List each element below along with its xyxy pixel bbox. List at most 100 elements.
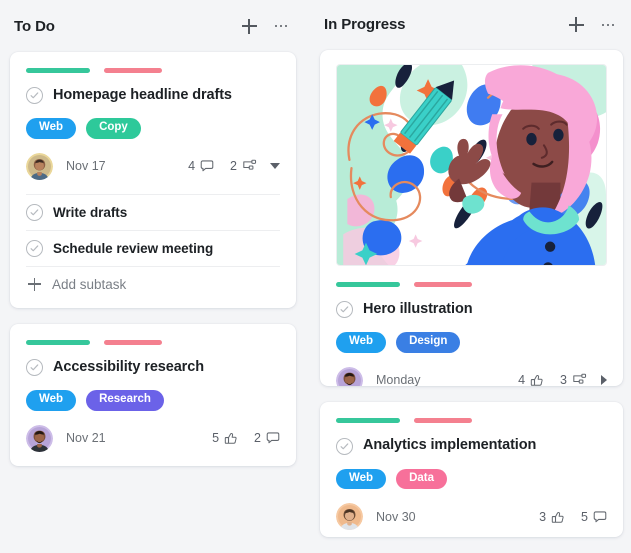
card-title-row: Analytics implementation [336,437,607,455]
ellipsis-icon [274,24,288,28]
column-to-do: To Do Homepage headline drafts Web Copy … [0,0,310,553]
card-title-row: Homepage headline drafts [26,87,280,105]
card-date: Nov 21 [66,431,106,446]
plus-icon [241,18,257,34]
subtask-icon[interactable] [242,159,257,173]
kanban-board: To Do Homepage headline drafts Web Copy … [0,0,631,553]
card-subtasks: Write drafts Schedule review meeting Add… [26,193,280,294]
column-menu-button-in-progress[interactable] [599,16,617,34]
tag-research[interactable]: Research [86,390,164,411]
card-meta-row: Nov 17 4 2 [26,152,280,180]
card-tags: Web Copy [26,118,280,139]
column-title-to-do: To Do [14,17,55,35]
card-meta-row: Nov 30 3 5 [336,503,607,531]
card-tags: Web Data [336,468,607,490]
column-actions-to-do [240,17,290,35]
card-progress-bars [26,339,280,345]
progress-bar-pink [414,281,472,287]
card-date: Nov 17 [66,159,106,174]
card-accessibility-research[interactable]: Accessibility research Web Research Nov … [10,323,296,466]
progress-bar-pink [104,339,162,345]
tag-data[interactable]: Data [396,468,448,490]
comment-icon[interactable] [593,510,607,524]
card-title-row: Accessibility research [26,358,280,377]
add-card-button-in-progress[interactable] [567,16,585,34]
like-count: 5 [212,431,220,446]
like-count: 3 [539,509,547,524]
progress-bar-pink [414,418,472,424]
column-menu-button-to-do[interactable] [272,17,290,35]
caret-right-icon[interactable] [601,375,607,386]
card-progress-bars [336,418,607,424]
column-header-to-do: To Do [10,8,296,44]
comment-count: 5 [581,509,588,524]
caret-down-icon[interactable] [270,163,280,170]
like-count: 4 [518,373,526,387]
card-title: Accessibility research [53,358,204,375]
tag-web[interactable]: Web [26,118,77,139]
column-actions-in-progress [567,16,617,34]
card-title: Homepage headline drafts [53,87,232,103]
card-progress-bars [26,68,280,73]
card-date: Monday [376,373,421,387]
tag-web[interactable]: Web [336,468,387,490]
card-meta-row: Monday 4 3 [336,366,607,387]
check-circle-icon[interactable] [26,87,43,105]
tag-design[interactable]: Design [396,332,461,353]
card-date: Nov 30 [376,509,416,524]
add-subtask-button[interactable]: Add subtask [26,265,280,294]
card-title: Hero illustration [363,300,473,317]
check-circle-icon[interactable] [26,239,43,257]
plus-icon [568,17,584,33]
card-hero-illustration[interactable]: Hero illustration Web Design Monday 4 3 [320,49,623,387]
illustration-cover [336,63,607,266]
comment-count: 4 [188,159,196,174]
tag-web[interactable]: Web [336,332,387,353]
comment-icon[interactable] [266,431,280,445]
thumbs-up-icon[interactable] [224,431,238,445]
plus-icon [28,277,41,291]
card-stats: 4 2 [188,159,280,173]
avatar[interactable] [26,424,53,452]
column-header-in-progress: In Progress [320,8,623,42]
comment-count: 2 [254,431,261,446]
progress-bar-pink [104,68,162,73]
check-circle-icon[interactable] [26,203,43,221]
card-stats: 5 2 [212,431,280,445]
card-tags: Web Research [26,390,280,411]
subtask-count: 3 [560,373,567,387]
card-analytics-implementation[interactable]: Analytics implementation Web Data Nov 30… [320,402,623,538]
add-subtask-label: Add subtask [52,276,127,292]
thumbs-up-icon[interactable] [530,373,544,386]
check-circle-icon[interactable] [336,300,353,318]
avatar[interactable] [336,503,363,531]
card-title: Analytics implementation [363,437,537,454]
subtask-count: 2 [230,159,237,174]
progress-bar-green [336,418,400,424]
progress-bar-green [26,339,90,345]
thumbs-up-icon[interactable] [551,510,565,524]
tag-copy[interactable]: Copy [86,118,141,139]
tag-web[interactable]: Web [26,390,77,411]
subtask-row[interactable]: Schedule review meeting [26,229,280,266]
subtask-row[interactable]: Write drafts [26,193,280,230]
comment-icon[interactable] [200,159,214,173]
card-meta-row: Nov 21 5 2 [26,424,280,452]
avatar[interactable] [336,366,363,387]
card-tags: Web Design [336,332,607,353]
column-title-in-progress: In Progress [324,16,406,34]
avatar[interactable] [26,152,53,180]
progress-bar-green [26,68,90,73]
progress-bar-green [336,281,400,287]
subtask-icon[interactable] [572,373,587,386]
card-title-row: Hero illustration [336,301,607,318]
card-stats: 4 3 [518,373,607,386]
check-circle-icon[interactable] [336,437,353,455]
ellipsis-icon [601,23,615,27]
check-circle-icon[interactable] [26,359,43,377]
add-card-button-to-do[interactable] [240,17,258,35]
subtask-label: Schedule review meeting [53,240,214,256]
subtask-label: Write drafts [53,204,128,220]
card-progress-bars [336,281,607,287]
card-homepage-headline-drafts[interactable]: Homepage headline drafts Web Copy Nov 17… [10,52,296,308]
